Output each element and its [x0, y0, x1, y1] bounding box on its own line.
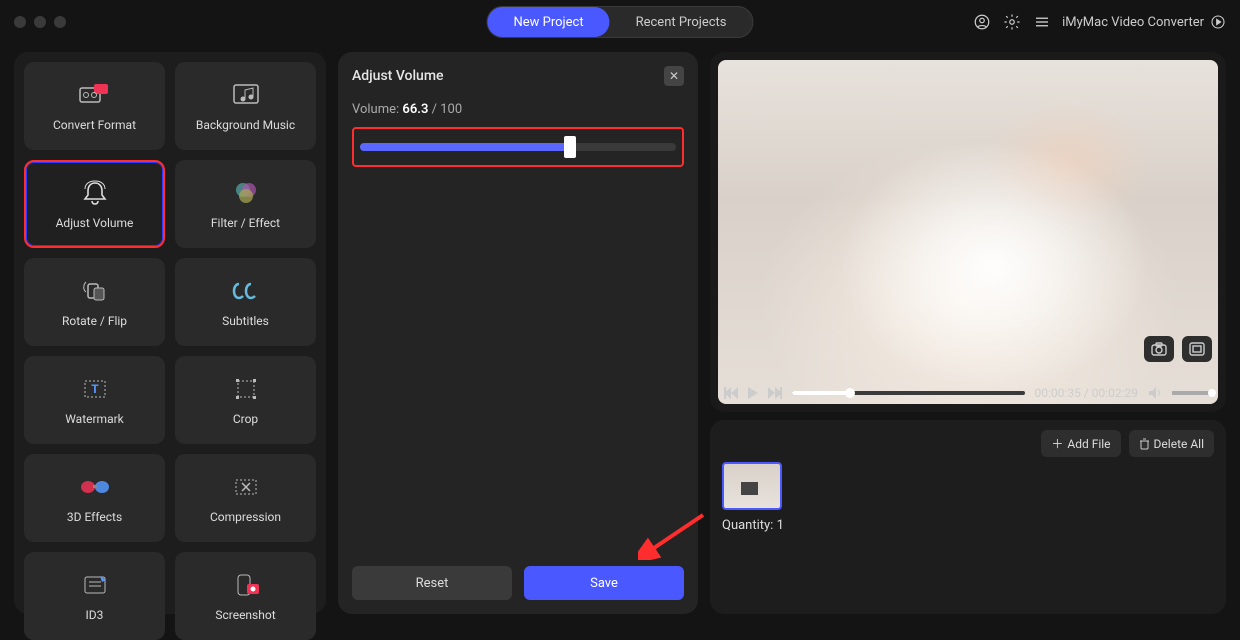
tool-label: Compression: [210, 510, 281, 524]
tool-adjust-volume[interactable]: Adjust Volume: [24, 160, 165, 248]
tool-sidebar: Convert Format Background Music Adjust V…: [14, 52, 326, 614]
tool-screenshot[interactable]: Screenshot: [175, 552, 316, 640]
next-button[interactable]: [768, 387, 782, 399]
screenshot-icon: [229, 570, 263, 600]
volume-value: 66.3: [402, 102, 428, 117]
panel-title: Adjust Volume: [352, 68, 444, 84]
tool-watermark[interactable]: T Watermark: [24, 356, 165, 444]
volume-slider[interactable]: [360, 143, 676, 151]
tab-new-project[interactable]: New Project: [487, 7, 609, 37]
tool-label: Screenshot: [215, 608, 275, 622]
play-button[interactable]: [748, 387, 758, 399]
delete-all-button[interactable]: Delete All: [1129, 430, 1214, 457]
top-right-controls: iMyMac Video Converter: [972, 12, 1226, 32]
menu-icon[interactable]: [1032, 12, 1052, 32]
mini-volume-slider[interactable]: [1172, 391, 1212, 395]
volume-slider-highlight: [352, 127, 684, 167]
tool-compression[interactable]: Compression: [175, 454, 316, 542]
tool-label: 3D Effects: [67, 510, 122, 524]
glasses-icon: [78, 472, 112, 502]
tool-label: Adjust Volume: [56, 216, 134, 230]
progress-bar[interactable]: [792, 391, 1025, 395]
tool-subtitles[interactable]: Subtitles: [175, 258, 316, 346]
tool-id3[interactable]: ID3: [24, 552, 165, 640]
volume-bell-icon: [78, 178, 112, 208]
project-tabs: New Project Recent Projects: [486, 6, 753, 38]
tool-3d-effects[interactable]: 3D Effects: [24, 454, 165, 542]
file-thumbnail[interactable]: [722, 462, 782, 510]
playback-controls: 00:00:35 / 00:02:29: [724, 386, 1212, 400]
right-column: 00:00:35 / 00:02:29 ＋Add File Delete All…: [710, 52, 1226, 614]
tool-crop[interactable]: Crop: [175, 356, 316, 444]
volume-label: Volume:: [352, 102, 402, 117]
tool-label: Rotate / Flip: [62, 314, 127, 328]
id3-icon: [78, 570, 112, 600]
save-button[interactable]: Save: [524, 566, 684, 600]
snapshot-button[interactable]: [1144, 336, 1174, 362]
account-icon[interactable]: [972, 12, 992, 32]
speaker-icon[interactable]: [1148, 386, 1162, 400]
video-preview: 00:00:35 / 00:02:29: [710, 52, 1226, 412]
tool-label: Subtitles: [222, 314, 269, 328]
tool-background-music[interactable]: Background Music: [175, 62, 316, 150]
quantity-readout: Quantity: 1: [722, 518, 1214, 533]
preview-frame: [718, 60, 1218, 404]
tool-label: Filter / Effect: [211, 216, 280, 230]
filter-icon: [229, 178, 263, 208]
reset-button[interactable]: Reset: [352, 566, 512, 600]
tool-rotate-flip[interactable]: Rotate / Flip: [24, 258, 165, 346]
adjust-volume-panel: Adjust Volume ✕ Volume: 66.3 / 100 Reset…: [338, 52, 698, 614]
tab-recent-projects[interactable]: Recent Projects: [610, 7, 753, 37]
main-area: Convert Format Background Music Adjust V…: [0, 44, 1240, 628]
volume-max: / 100: [428, 102, 462, 117]
crop-icon: [229, 374, 263, 404]
tool-label: Watermark: [65, 412, 124, 426]
fullscreen-button[interactable]: [1182, 336, 1212, 362]
tool-label: Convert Format: [53, 118, 136, 132]
compression-icon: [229, 472, 263, 502]
tool-label: Crop: [233, 412, 258, 426]
svg-text:T: T: [91, 382, 99, 396]
volume-readout: Volume: 66.3 / 100: [352, 102, 684, 117]
app-name: iMyMac Video Converter: [1062, 15, 1204, 30]
subtitles-icon: [229, 276, 263, 306]
music-icon: [229, 80, 263, 110]
tool-filter-effect[interactable]: Filter / Effect: [175, 160, 316, 248]
min-dot[interactable]: [34, 16, 46, 28]
annotation-arrow: [638, 510, 708, 560]
close-dot[interactable]: [14, 16, 26, 28]
gear-icon[interactable]: [1002, 12, 1022, 32]
tool-label: Background Music: [196, 118, 295, 132]
close-panel-button[interactable]: ✕: [664, 66, 684, 86]
max-dot[interactable]: [54, 16, 66, 28]
add-file-button[interactable]: ＋Add File: [1041, 430, 1120, 457]
watermark-icon: T: [78, 374, 112, 404]
convert-icon: [78, 80, 112, 110]
app-brand: iMyMac Video Converter: [1062, 14, 1226, 30]
slider-thumb[interactable]: [564, 136, 576, 158]
play-circle-icon: [1210, 14, 1226, 30]
tool-label: ID3: [86, 608, 104, 622]
time-display: 00:00:35 / 00:02:29: [1035, 386, 1138, 400]
prev-button[interactable]: [724, 387, 738, 399]
titlebar: New Project Recent Projects iMyMac Video…: [0, 0, 1240, 44]
rotate-icon: [78, 276, 112, 306]
tool-convert-format[interactable]: Convert Format: [24, 62, 165, 150]
file-panel: ＋Add File Delete All Quantity: 1: [710, 420, 1226, 614]
window-controls: [14, 16, 66, 28]
